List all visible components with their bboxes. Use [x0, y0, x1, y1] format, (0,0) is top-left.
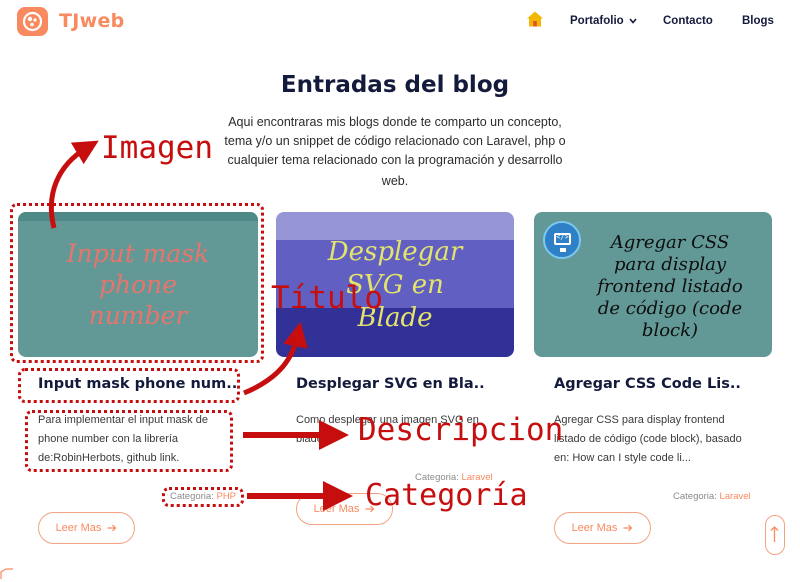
annotation-label-categoria: Categoría	[365, 478, 528, 513]
annotation-label-imagen: Imagen	[101, 130, 213, 166]
arrow-to-titulo	[243, 321, 308, 396]
annotation-label-titulo: Título	[271, 280, 383, 316]
arrow-to-imagen	[48, 140, 99, 229]
annotation-label-descripcion: Descripcion	[358, 412, 564, 448]
